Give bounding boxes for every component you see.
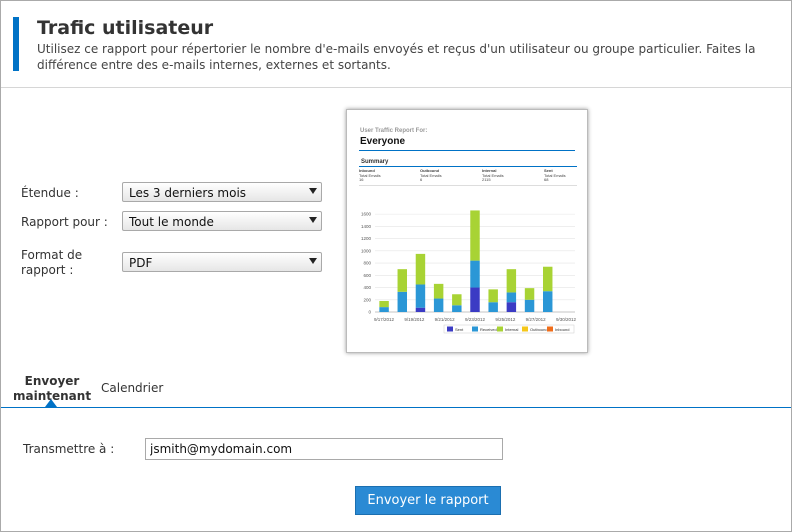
legend-swatch: [472, 326, 478, 332]
header-accent-bar: [13, 17, 19, 71]
chart-bar-internal: [524, 288, 535, 300]
send-to-label: Transmettre à :: [23, 442, 115, 456]
scope-select-value: Les 3 derniers mois: [129, 186, 247, 200]
report-for-select[interactable]: Tout le monde: [122, 211, 322, 231]
chart-bar-internal: [452, 294, 462, 306]
tab-bar: Envoyer maintenant Calendrier: [1, 368, 791, 408]
chart-bar-received: [543, 291, 553, 312]
report-for-select-value: Tout le monde: [129, 215, 214, 229]
x-tick-label: 9/23/2012: [465, 317, 486, 322]
tab-calendar[interactable]: Calendrier: [101, 381, 163, 395]
chart-bar-received: [452, 305, 462, 312]
y-tick-label: 1200: [361, 236, 372, 241]
x-tick-label: 9/17/2012: [374, 317, 395, 322]
y-tick-label: 1000: [361, 248, 372, 253]
preview-summary-label: Summary: [361, 159, 389, 165]
page-description: Utilisez ce rapport pour répertorier le …: [37, 42, 756, 72]
preview-divider: [359, 166, 577, 167]
chevron-down-icon: [309, 217, 317, 223]
preview-divider: [359, 185, 577, 186]
chart-bar-received: [415, 284, 426, 308]
chevron-down-icon: [309, 258, 317, 264]
legend-swatch: [522, 326, 528, 332]
active-tab-caret-icon: [45, 399, 57, 407]
chart-bar-internal: [543, 266, 553, 292]
chart-bar-internal: [433, 283, 444, 299]
chart-bar-sent: [506, 302, 517, 312]
x-tick-label: 9/30/2012: [556, 317, 577, 322]
y-tick-label: 1400: [361, 224, 372, 229]
traffic-chart: 0 200 400 600 800 1000 1200 1400 1600 9/17/2012 9/…: [361, 210, 577, 334]
chart-bar-received: [488, 302, 498, 312]
chart-bar-internal: [488, 289, 498, 303]
chart-bar-sent: [415, 307, 426, 312]
y-tick-label: 600: [363, 273, 371, 278]
chart-bar-received: [397, 291, 407, 312]
y-tick-label: 0: [368, 310, 371, 315]
chart-bar-internal: [415, 253, 426, 285]
tab-underline: [1, 407, 791, 408]
chart-bar-internal: [506, 269, 517, 293]
y-tick-label: 400: [363, 285, 371, 290]
legend-swatch: [547, 326, 553, 332]
chart-bar-received: [524, 299, 535, 312]
chart-bar-received: [470, 260, 480, 288]
y-tick-label: 1600: [361, 212, 372, 217]
preview-summary-col: Inbound Total Emails 16: [359, 168, 381, 182]
send-report-button[interactable]: Envoyer le rapport: [355, 486, 501, 515]
report-header: Trafic utilisateur Utilisez ce rapport p…: [1, 1, 791, 88]
x-tick-label: 9/19/2012: [404, 317, 425, 322]
format-select[interactable]: PDF: [122, 252, 322, 272]
chart-bar-internal: [379, 300, 389, 308]
legend-label: Received: [480, 327, 497, 332]
y-tick-label: 800: [363, 261, 371, 266]
send-to-input[interactable]: [145, 438, 503, 460]
legend-swatch: [497, 326, 503, 332]
chevron-down-icon: [309, 188, 317, 194]
preview-divider: [359, 150, 575, 151]
scope-label: Étendue :: [21, 186, 79, 200]
chart-bar-internal: [470, 210, 480, 261]
chart-bar-internal: [397, 269, 407, 292]
report-preview: User Traffic Report For: Everyone Summar…: [346, 109, 588, 353]
x-tick-label: 9/25/2012: [495, 317, 516, 322]
scope-select[interactable]: Les 3 derniers mois: [122, 182, 322, 202]
preview-subtitle: User Traffic Report For:: [360, 128, 428, 134]
x-tick-label: 9/27/2012: [526, 317, 547, 322]
preview-name: Everyone: [360, 136, 406, 147]
legend-label: Sent: [455, 327, 464, 332]
legend-label: Inbound: [555, 327, 569, 332]
x-tick-label: 9/21/2012: [435, 317, 456, 322]
chart-bar-sent: [470, 287, 480, 312]
preview-summary-col: Internal Total Emails 2115: [482, 168, 504, 182]
page-title: Trafic utilisateur: [37, 17, 214, 39]
format-label: Format de rapport :: [21, 248, 83, 277]
preview-summary-col: Sent Total Emails 68: [544, 168, 566, 182]
legend-label: Internal: [505, 327, 518, 332]
legend-swatch: [447, 326, 453, 332]
legend-label: Outbound: [530, 327, 548, 332]
chart-bar-received: [433, 298, 444, 312]
report-for-label: Rapport pour :: [21, 215, 108, 229]
chart-bar-received: [379, 307, 389, 312]
report-window: Trafic utilisateur Utilisez ce rapport p…: [0, 0, 792, 532]
format-select-value: PDF: [129, 256, 153, 270]
chart-bar-received: [506, 292, 517, 303]
preview-summary-col: Outbound Total Emails 6: [420, 168, 442, 182]
y-tick-label: 200: [363, 297, 371, 302]
